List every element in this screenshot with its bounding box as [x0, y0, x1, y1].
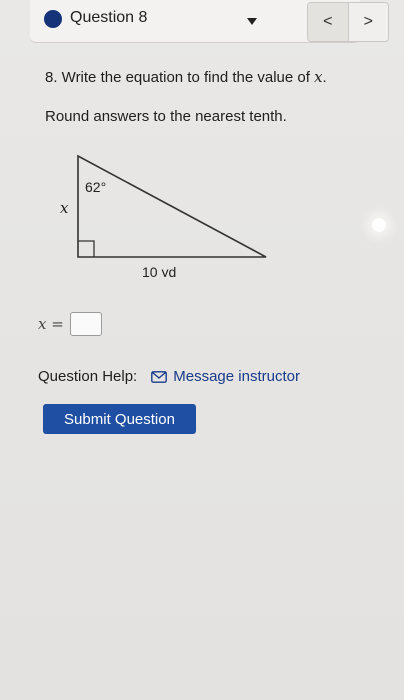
screen-glare	[372, 218, 386, 232]
message-instructor-link[interactable]: Message instructor	[173, 368, 300, 385]
triangle-figure: 62° x 10 yd	[60, 154, 267, 277]
prev-question-button[interactable]: <	[308, 3, 348, 41]
status-dot-icon	[44, 10, 62, 28]
prompt-text: 8. Write the equation to find the value …	[45, 69, 315, 86]
question-header: Question 8 < >	[30, 0, 389, 43]
chevron-right-icon: >	[363, 13, 373, 30]
submit-question-button[interactable]: Submit Question	[43, 404, 196, 434]
mail-icon	[151, 370, 168, 383]
prompt-suffix: .	[322, 69, 327, 86]
question-body: 8. Write the equation to find the value …	[0, 42, 404, 700]
question-selector-label[interactable]: Question 8	[70, 9, 147, 27]
help-label: Question Help:	[38, 368, 138, 385]
answer-row: x =	[38, 312, 102, 336]
chevron-left-icon: <	[323, 13, 333, 30]
rounding-instruction: Round answers to the nearest tenth.	[45, 108, 287, 125]
question-help: Question Help: Message instructor	[38, 368, 300, 385]
next-question-button[interactable]: >	[347, 3, 388, 41]
base-length-label: 10 yd	[142, 264, 176, 277]
question-nav: < >	[307, 2, 389, 42]
side-x-label: x	[60, 199, 69, 217]
answer-variable-label: x =	[38, 315, 64, 333]
triangle-shape	[77, 154, 267, 258]
question-prompt: 8. Write the equation to find the value …	[45, 68, 327, 86]
answer-input[interactable]	[69, 312, 102, 336]
dropdown-arrow-icon[interactable]	[247, 18, 257, 25]
prompt-variable: x	[314, 68, 323, 86]
angle-label: 62°	[85, 179, 106, 195]
right-angle-mark	[78, 240, 95, 257]
